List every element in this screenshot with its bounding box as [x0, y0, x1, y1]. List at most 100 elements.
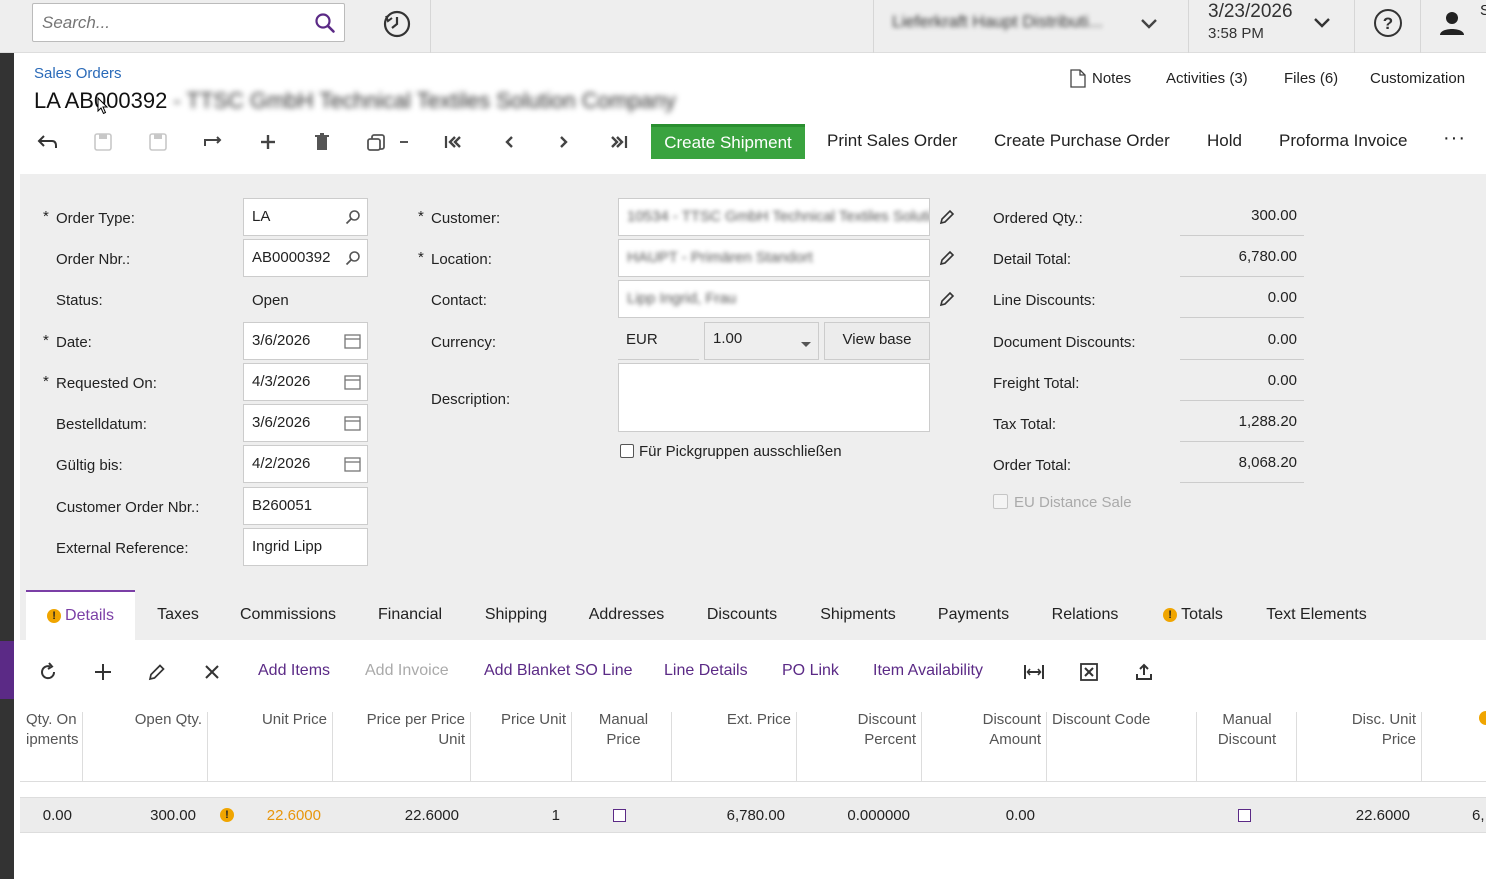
search-input[interactable] — [33, 4, 303, 41]
order-type-field[interactable]: LA — [243, 198, 368, 236]
cell-price-unit[interactable]: 1 — [478, 807, 560, 824]
create-purchase-order-button[interactable]: Create Purchase Order — [994, 131, 1170, 151]
fit-columns-icon[interactable] — [1022, 660, 1046, 684]
notes-link[interactable]: Notes — [1092, 70, 1131, 87]
col-separator[interactable] — [470, 712, 471, 782]
col-separator[interactable] — [1421, 712, 1422, 782]
col-qty-on-shipments[interactable]: Qty. On ipments — [26, 710, 79, 750]
first-record-icon[interactable] — [440, 129, 466, 155]
cell-disc-unit-price[interactable]: 22.6000 — [1304, 807, 1410, 824]
chevron-down-icon[interactable] — [1140, 17, 1158, 34]
print-sales-order-button[interactable]: Print Sales Order — [827, 131, 957, 151]
files-link[interactable]: Files (6) — [1284, 70, 1338, 87]
add-blanket-so-line-button[interactable]: Add Blanket SO Line — [484, 662, 633, 680]
cell-open-qty[interactable]: 300.00 — [90, 807, 196, 824]
back-icon[interactable] — [34, 129, 60, 155]
col-discount-code[interactable]: Discount Code — [1052, 710, 1150, 730]
company-selector[interactable]: Lieferkraft Haupt Distributi... — [892, 12, 1103, 32]
description-textarea[interactable] — [618, 363, 930, 432]
more-actions-button[interactable]: ··· — [1443, 127, 1466, 150]
chevron-down-icon[interactable] — [1313, 16, 1331, 33]
col-price-per-price-unit[interactable]: Price per Price Unit — [340, 710, 465, 750]
cell-qty-on-shipments[interactable]: 0.00 — [20, 807, 72, 824]
tab-shipping[interactable]: Shipping — [465, 590, 567, 640]
col-unit-price[interactable]: Unit Price — [215, 710, 327, 730]
previous-record-icon[interactable] — [496, 129, 522, 155]
col-separator[interactable] — [1046, 712, 1047, 782]
caret-down-icon[interactable] — [800, 336, 812, 353]
col-separator[interactable] — [332, 712, 333, 782]
requested-on-field[interactable]: 4/3/2026 — [243, 363, 368, 401]
manual-discount-checkbox[interactable] — [1238, 809, 1251, 822]
business-date[interactable]: 3/23/2026 3:58 PM — [1208, 1, 1293, 42]
cell-discount-amount[interactable]: 0.00 — [929, 807, 1035, 824]
tab-taxes[interactable]: Taxes — [137, 590, 219, 640]
cell-ext-price[interactable]: 6,780.00 — [679, 807, 785, 824]
tab-details[interactable]: ! Details — [26, 590, 135, 640]
tab-commissions[interactable]: Commissions — [221, 590, 355, 640]
export-excel-icon[interactable] — [1077, 660, 1101, 684]
copy-paste-icon[interactable] — [364, 129, 416, 155]
search-box[interactable] — [32, 3, 345, 42]
cell-discount-percent[interactable]: 0.000000 — [804, 807, 910, 824]
customization-link[interactable]: Customization — [1370, 70, 1465, 87]
col-separator[interactable] — [207, 712, 208, 782]
activities-link[interactable]: Activities (3) — [1166, 70, 1248, 87]
currency-rate-select[interactable]: 1.00 — [704, 322, 819, 360]
col-discount-amount[interactable]: Discount Amount — [929, 710, 1041, 750]
customer-order-nbr-field[interactable]: B260051 — [243, 487, 368, 525]
user-name[interactable]: S — [1480, 2, 1486, 19]
cell-unit-price[interactable]: 22.6000 — [215, 807, 321, 824]
contact-field[interactable]: Lipp Ingrid, Frau — [618, 280, 930, 318]
tab-discounts[interactable]: Discounts — [686, 590, 798, 640]
col-separator[interactable] — [796, 712, 797, 782]
hold-button[interactable]: Hold — [1207, 131, 1242, 151]
tab-payments[interactable]: Payments — [918, 590, 1029, 640]
location-field[interactable]: HAUPT - Primären Standort — [618, 239, 930, 277]
date-field[interactable]: 3/6/2026 — [243, 322, 368, 360]
add-items-button[interactable]: Add Items — [258, 662, 330, 680]
tab-relations[interactable]: Relations — [1031, 590, 1139, 640]
refresh-icon[interactable] — [36, 660, 60, 684]
order-nbr-field[interactable]: AB0000392 — [243, 239, 368, 277]
delete-row-icon[interactable] — [200, 660, 224, 684]
col-discount-percent[interactable]: Discount Percent — [804, 710, 916, 750]
help-icon[interactable]: ? — [1373, 8, 1403, 42]
tab-financial[interactable]: Financial — [357, 590, 463, 640]
notes-icon[interactable] — [1070, 69, 1086, 92]
calendar-icon[interactable] — [344, 415, 361, 435]
currency-field[interactable]: EUR — [618, 322, 699, 360]
next-record-icon[interactable] — [551, 129, 577, 155]
breadcrumb[interactable]: Sales Orders — [34, 65, 122, 82]
external-reference-field[interactable]: Ingrid Lipp — [243, 528, 368, 566]
edit-row-icon[interactable] — [145, 660, 169, 684]
create-shipment-button[interactable]: Create Shipment — [651, 124, 805, 159]
pick-group-checkbox[interactable] — [620, 444, 634, 458]
item-availability-button[interactable]: Item Availability — [873, 662, 983, 680]
col-separator[interactable] — [921, 712, 922, 782]
bestelldatum-field[interactable]: 3/6/2026 — [243, 404, 368, 442]
add-row-icon[interactable] — [91, 660, 115, 684]
edit-contact-icon[interactable] — [938, 290, 956, 312]
col-manual-discount[interactable]: Manual Discount — [1198, 710, 1296, 750]
col-manual-price[interactable]: Manual Price — [576, 710, 671, 750]
proforma-invoice-button[interactable]: Proforma Invoice — [1279, 131, 1408, 151]
tab-text-elements[interactable]: Text Elements — [1247, 590, 1386, 640]
col-ext-price[interactable]: Ext. Price — [679, 710, 791, 730]
calendar-icon[interactable] — [344, 333, 361, 353]
tab-shipments[interactable]: Shipments — [800, 590, 916, 640]
po-link-button[interactable]: PO Link — [782, 662, 839, 680]
user-icon[interactable] — [1437, 8, 1467, 42]
view-base-button[interactable]: View base — [824, 322, 930, 360]
customer-field[interactable]: 10534 - TTSC GmbH Technical Textiles Sol… — [618, 198, 930, 236]
edit-customer-icon[interactable] — [938, 208, 956, 230]
line-details-button[interactable]: Line Details — [664, 662, 748, 680]
tab-addresses[interactable]: Addresses — [569, 590, 684, 640]
cell-price-per-price-unit[interactable]: 22.6000 — [340, 807, 459, 824]
col-separator[interactable] — [1196, 712, 1197, 782]
col-disc-unit-price[interactable]: Disc. Unit Price — [1304, 710, 1416, 750]
col-separator[interactable] — [82, 712, 83, 782]
cancel-icon[interactable] — [200, 129, 226, 155]
tab-totals[interactable]: ! Totals — [1141, 590, 1245, 640]
upload-icon[interactable] — [1132, 660, 1156, 684]
